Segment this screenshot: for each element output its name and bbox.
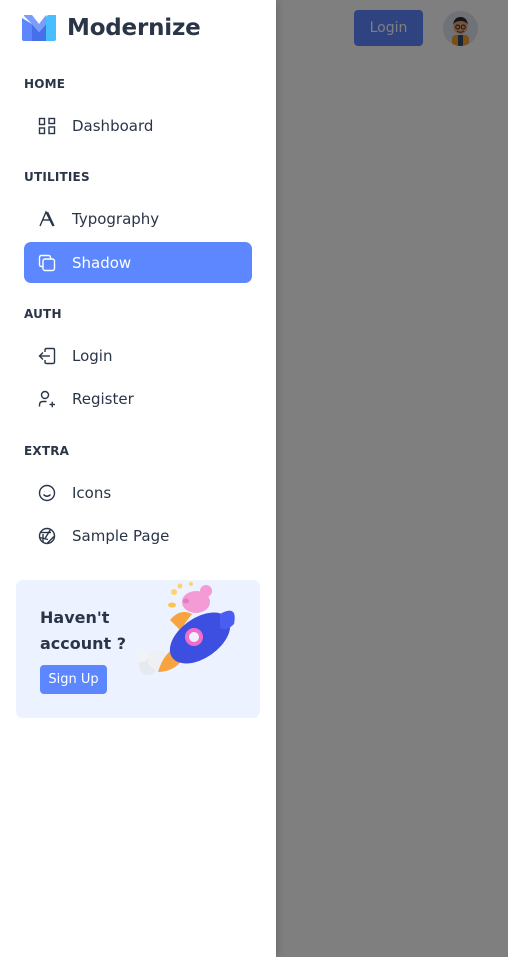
brand-logo-icon — [22, 15, 56, 41]
user-plus-icon — [37, 389, 56, 408]
login-icon — [37, 346, 56, 365]
sidebar-item-dashboard[interactable]: Dashboard — [24, 105, 252, 146]
copy-icon — [37, 253, 56, 272]
sidebar-item-label: Sample Page — [72, 526, 170, 545]
section-title-extra: EXTRA — [24, 444, 70, 458]
dashboard-icon — [37, 116, 56, 135]
sidebar-item-label: Register — [72, 389, 134, 408]
brand[interactable]: Modernize — [22, 14, 201, 42]
sidebar-item-sample-page[interactable]: Sample Page — [24, 515, 252, 556]
sidebar-item-login[interactable]: Login — [24, 335, 252, 376]
sidebar-item-shadow[interactable]: Shadow — [24, 242, 252, 283]
sidebar-item-label: Dashboard — [72, 116, 154, 135]
sidebar-item-label: Shadow — [72, 253, 132, 272]
sidebar-item-icons[interactable]: Icons — [24, 472, 252, 513]
section-title-utilities: UTILITIES — [24, 170, 90, 184]
sidebar-drawer: Modernize HOME Dashboard UTILITIES Typog… — [0, 0, 276, 957]
aperture-icon — [37, 526, 56, 545]
promo-text: Haven't account ? — [40, 608, 127, 653]
mood-smile-icon — [37, 483, 56, 502]
rocket-illustration-icon — [136, 582, 235, 675]
typography-icon — [37, 209, 56, 228]
brand-name: Modernize — [67, 15, 201, 41]
sidebar-item-label: Icons — [72, 483, 112, 502]
sign-up-button[interactable]: Sign Up — [40, 665, 107, 694]
sidebar-item-label: Typography — [72, 209, 160, 228]
sidebar-item-typography[interactable]: Typography — [24, 198, 252, 239]
drawer-backdrop[interactable] — [276, 0, 508, 957]
section-title-home: HOME — [24, 77, 66, 91]
signup-promo-card: Haven't account ? Sign Up — [16, 580, 260, 718]
sidebar-item-label: Login — [72, 346, 113, 365]
section-title-auth: AUTH — [24, 307, 62, 321]
sidebar-item-register[interactable]: Register — [24, 378, 252, 419]
